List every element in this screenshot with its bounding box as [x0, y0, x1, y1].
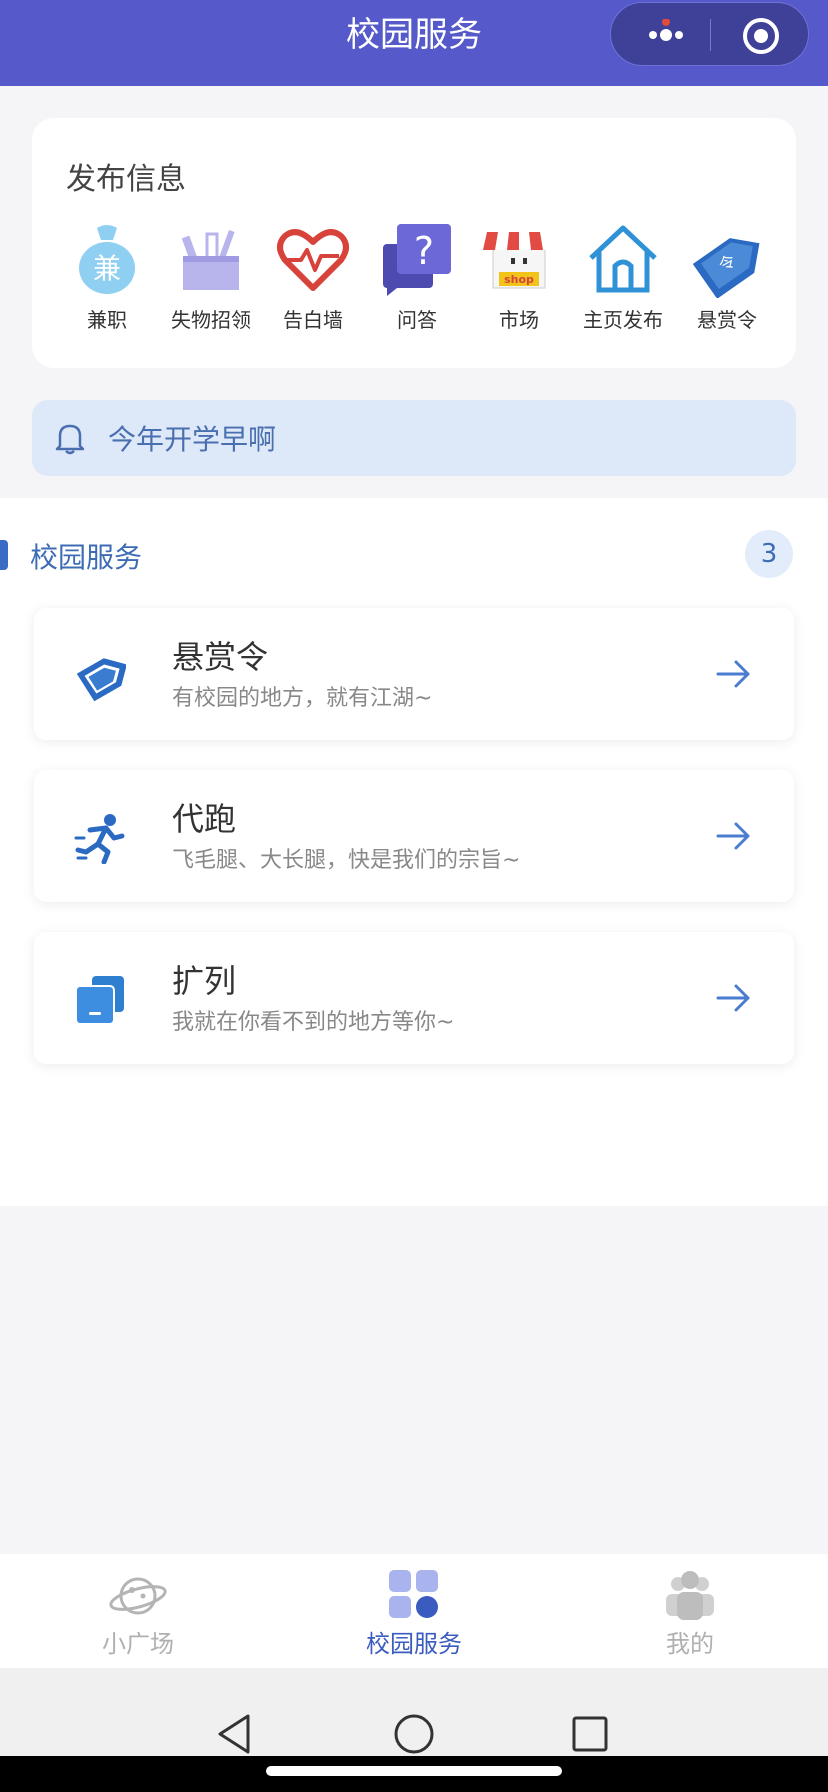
miniprogram-capsule — [610, 2, 809, 66]
tab-square[interactable]: 小广场 — [58, 1570, 218, 1659]
home-indicator[interactable] — [266, 1766, 562, 1776]
post-item-label: 兼职 — [87, 308, 127, 332]
post-section-title: 发布信息 — [66, 162, 186, 197]
back-icon[interactable] — [214, 1712, 258, 1756]
service-desc: 我就在你看不到的地方等你~ — [172, 1010, 455, 1035]
box-icon — [181, 229, 239, 290]
runner-icon — [74, 814, 125, 864]
tab-campus-services[interactable]: 校园服务 — [334, 1570, 494, 1659]
bell-icon — [55, 424, 85, 455]
service-desc: 飞毛腿、大长腿，快是我们的宗旨~ — [172, 848, 521, 873]
home-circle-icon[interactable] — [392, 1712, 436, 1756]
post-item-label: 主页发布 — [583, 308, 663, 332]
service-name: 代跑 — [172, 800, 237, 838]
recents-icon[interactable] — [568, 1712, 612, 1756]
service-desc: 有校园的地方，就有江湖~ — [172, 686, 433, 711]
tab-label: 校园服务 — [366, 1630, 462, 1658]
money-bag-icon: 兼 — [79, 225, 135, 294]
grid-icon — [389, 1570, 438, 1618]
services-title: 校园服务 — [30, 541, 143, 574]
arrow-right-icon — [716, 660, 750, 688]
service-name: 悬赏令 — [172, 638, 269, 676]
tag-icon: 令 — [692, 238, 760, 298]
post-item-qa[interactable]: ? 问答 — [368, 222, 466, 342]
service-card-bounty[interactable]: 悬赏令 有校园的地方，就有江湖~ — [34, 608, 794, 740]
shop-icon: shop — [483, 232, 555, 289]
tab-mine[interactable]: 我的 — [610, 1570, 770, 1659]
tag-icon — [76, 658, 126, 702]
heart-pulse-icon — [277, 229, 349, 291]
question-chat-icon: ? — [383, 224, 451, 296]
post-info-card: 发布信息 兼 兼职 失物招领 告白墙 ? 问答 shop 市场 主页发布 令 悬… — [32, 118, 796, 368]
post-icon-row[interactable]: 兼 兼职 失物招领 告白墙 ? 问答 shop 市场 主页发布 令 悬赏令 — [58, 222, 770, 342]
post-item-label: 问答 — [397, 308, 437, 332]
arrow-right-icon — [716, 984, 750, 1012]
notice-text: 今年开学早啊 — [108, 423, 277, 456]
people-icon — [666, 1571, 714, 1620]
tab-label: 小广场 — [102, 1630, 174, 1658]
post-item-part-time[interactable]: 兼 兼职 — [58, 222, 156, 342]
post-item-bounty[interactable]: 令 悬赏令 — [678, 222, 770, 342]
post-item-label: 市场 — [499, 308, 539, 332]
section-marker — [0, 540, 8, 570]
notice-bar[interactable]: 今年开学早啊 — [32, 400, 796, 476]
home-icon — [589, 225, 657, 293]
post-item-label: 悬赏令 — [697, 308, 757, 332]
capsule-divider — [710, 19, 711, 51]
tab-label: 我的 — [666, 1630, 714, 1658]
header-bar: 校园服务 — [0, 0, 828, 86]
close-miniprogram-icon[interactable] — [741, 16, 781, 56]
post-item-confession-wall[interactable]: 告白墙 — [264, 222, 362, 342]
arrow-right-icon — [716, 822, 750, 850]
service-card-errand[interactable]: 代跑 飞毛腿、大长腿，快是我们的宗旨~ — [34, 770, 794, 902]
services-count-badge: 3 — [745, 530, 793, 578]
service-card-make-friends[interactable]: 扩列 我就在你看不到的地方等你~ — [34, 932, 794, 1064]
svg-text:?: ? — [414, 229, 434, 273]
post-item-market[interactable]: shop 市场 — [470, 222, 568, 342]
svg-text:兼: 兼 — [93, 252, 121, 285]
services-section: 校园服务 3 悬赏令 有校园的地方，就有江湖~ 代跑 飞毛腿、大长腿，快是我们的… — [0, 498, 828, 1206]
planet-icon — [109, 1577, 167, 1615]
tab-bar: 小广场 校园服务 我的 — [0, 1554, 828, 1668]
service-name: 扩列 — [172, 962, 237, 1000]
post-item-lost-found[interactable]: 失物招领 — [162, 222, 260, 342]
svg-text:shop: shop — [504, 273, 534, 286]
post-item-label: 失物招领 — [171, 308, 251, 332]
post-item-homepage-post[interactable]: 主页发布 — [574, 222, 672, 342]
cards-icon — [75, 976, 124, 1025]
more-icon[interactable] — [641, 19, 691, 51]
post-item-label: 告白墙 — [283, 308, 343, 332]
